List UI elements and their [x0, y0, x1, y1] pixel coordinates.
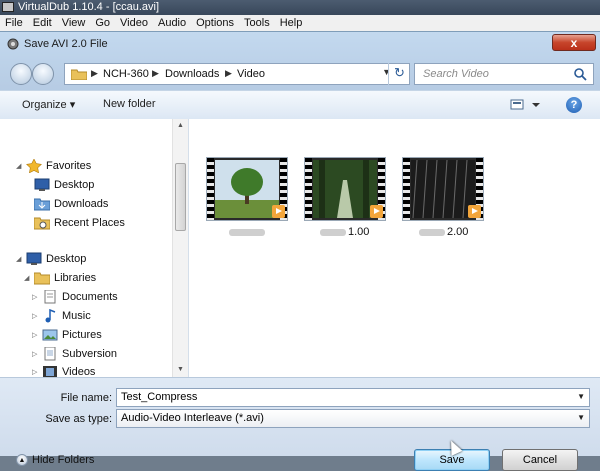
video-thumbnail[interactable]	[206, 157, 288, 221]
video-preview-rain	[411, 160, 475, 218]
menu-go[interactable]: Go	[90, 15, 115, 31]
cancel-button[interactable]: Cancel	[502, 449, 578, 471]
expand-arrow-icon[interactable]: ▷	[32, 293, 42, 301]
documents-icon	[44, 290, 56, 304]
nav-favorites[interactable]: ◢ Favorites	[16, 159, 91, 175]
downloads-folder-icon	[34, 198, 50, 211]
nav-downloads[interactable]: Downloads	[34, 197, 108, 213]
scroll-thumb[interactable]	[175, 163, 186, 231]
breadcrumb-downloads[interactable]: Downloads	[165, 68, 219, 80]
menu-help[interactable]: Help	[275, 15, 308, 31]
save-options-panel: File name: Test_Compress ▼ Save as type:…	[0, 377, 600, 471]
file-name[interactable]	[229, 226, 267, 238]
save-type-select[interactable]: Audio-Video Interleave (*.avi) ▼	[116, 409, 590, 428]
menu-view[interactable]: View	[57, 15, 91, 31]
save-type-label: Save as type:	[45, 413, 112, 425]
address-bar[interactable]: ▶ NCH-360 ▶ Downloads ▶ Video ▼	[64, 63, 410, 85]
collapse-arrow-icon[interactable]: ◢	[24, 274, 34, 282]
chevron-down-icon[interactable]: ▼	[577, 392, 585, 401]
virtualdub-icon	[2, 2, 14, 12]
video-thumbnail[interactable]	[402, 157, 484, 221]
nav-pictures[interactable]: ▷ Pictures	[32, 328, 102, 344]
expand-arrow-icon[interactable]: ▷	[32, 350, 42, 358]
star-icon	[26, 159, 42, 173]
file-name[interactable]: 2.00	[419, 226, 468, 238]
breadcrumb-nch-360[interactable]: NCH-360	[103, 68, 149, 80]
menu-video[interactable]: Video	[115, 15, 153, 31]
refresh-icon[interactable]: ↻	[388, 63, 410, 85]
organize-button[interactable]: Organize ▾	[22, 98, 75, 111]
video-preview-forest-path	[313, 160, 377, 218]
search-icon[interactable]	[573, 67, 587, 81]
file-name[interactable]: 1.00	[320, 226, 369, 238]
nav-desktop[interactable]: ◢ Desktop	[16, 252, 86, 268]
change-view-icon[interactable]	[508, 97, 540, 113]
breadcrumb-separator-icon: ▶	[152, 68, 159, 78]
music-icon	[45, 309, 56, 323]
dialog-toolbar: Organize ▾ New folder ?	[0, 90, 600, 120]
folder-icon	[71, 69, 87, 80]
video-thumbnail[interactable]	[304, 157, 386, 221]
nav-recent-places[interactable]: Recent Places	[34, 216, 125, 232]
file-list: 1.00 2.00	[189, 119, 600, 377]
desktop-icon	[34, 178, 50, 191]
app-menubar: File Edit View Go Video Audio Options Tools Help	[0, 15, 600, 32]
film-strip	[207, 158, 214, 220]
chevron-up-icon: ▲	[16, 454, 28, 467]
play-icon	[370, 205, 383, 218]
desktop-icon	[26, 252, 42, 265]
help-icon[interactable]: ?	[566, 97, 582, 113]
menu-tools[interactable]: Tools	[239, 15, 275, 31]
app-title-bar: VirtualDub 1.10.4 - [ccau.avi]	[0, 0, 600, 15]
hide-folders-button[interactable]: ▲ Hide Folders	[16, 454, 94, 467]
nav-subversion[interactable]: ▷ Subversion	[32, 347, 117, 363]
address-row: ▶ NCH-360 ▶ Downloads ▶ Video ▼ ↻ Search…	[0, 59, 600, 89]
menu-edit[interactable]: Edit	[28, 15, 57, 31]
collapse-arrow-icon[interactable]: ◢	[16, 162, 26, 170]
subversion-icon	[44, 347, 56, 361]
search-placeholder: Search Video	[423, 68, 489, 80]
forward-button[interactable]	[32, 63, 54, 85]
scroll-up-icon[interactable]: ▲	[173, 119, 188, 133]
menu-file[interactable]: File	[0, 15, 28, 31]
expand-arrow-icon[interactable]: ▷	[32, 331, 42, 339]
back-button[interactable]	[10, 63, 32, 85]
breadcrumb-separator-icon: ▶	[91, 68, 98, 78]
libraries-icon	[34, 272, 50, 285]
scroll-down-icon[interactable]: ▼	[173, 363, 188, 377]
play-icon	[272, 205, 285, 218]
film-strip	[403, 158, 410, 220]
breadcrumb-separator-icon: ▶	[225, 68, 232, 78]
chevron-down-icon[interactable]: ▼	[577, 413, 585, 422]
nav-documents[interactable]: ▷ Documents	[32, 290, 118, 306]
pictures-icon	[42, 329, 58, 341]
nav-music[interactable]: ▷ Music	[32, 309, 91, 325]
breadcrumb-video[interactable]: Video	[237, 68, 265, 80]
video-preview-tree	[215, 160, 279, 218]
menu-audio[interactable]: Audio	[153, 15, 191, 31]
navigation-pane: ◢ Favorites Desktop Downloads Recent Plac…	[0, 119, 189, 378]
collapse-arrow-icon[interactable]: ◢	[16, 255, 26, 263]
search-input[interactable]: Search Video	[414, 63, 594, 85]
gear-icon	[7, 38, 19, 50]
nav-libraries[interactable]: ◢ Libraries	[24, 271, 96, 287]
play-icon	[468, 205, 481, 218]
file-name-input[interactable]: Test_Compress ▼	[116, 388, 590, 407]
new-folder-button[interactable]: New folder	[103, 98, 156, 110]
dialog-title: Save AVI 2.0 File	[24, 38, 108, 50]
recent-places-icon	[34, 217, 50, 230]
dialog-title-bar: Save AVI 2.0 File x	[0, 32, 600, 58]
file-name-label: File name:	[60, 392, 112, 404]
menu-options[interactable]: Options	[191, 15, 239, 31]
nav-desktop-favorite[interactable]: Desktop	[34, 178, 94, 194]
nav-scrollbar[interactable]: ▲ ▼	[172, 119, 188, 377]
expand-arrow-icon[interactable]: ▷	[32, 368, 42, 376]
save-dialog: Save AVI 2.0 File x ▶ NCH-360 ▶ Download…	[0, 31, 600, 471]
expand-arrow-icon[interactable]: ▷	[32, 312, 42, 320]
film-strip	[305, 158, 312, 220]
close-button[interactable]: x	[552, 34, 596, 51]
app-title: VirtualDub 1.10.4 - [ccau.avi]	[18, 1, 160, 13]
